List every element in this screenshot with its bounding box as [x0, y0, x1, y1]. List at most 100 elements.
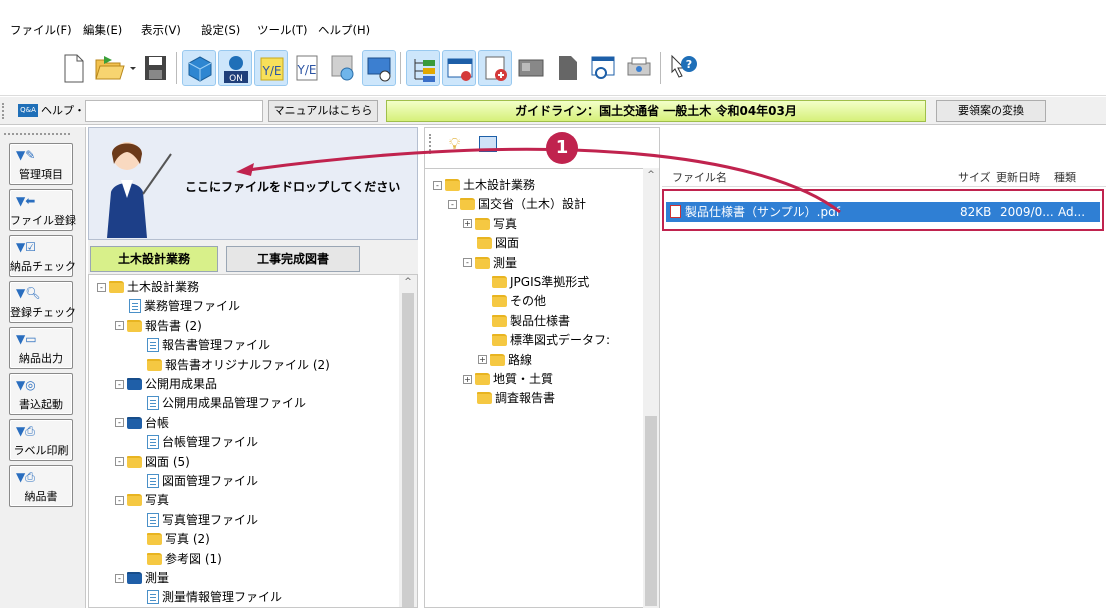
- collapse-icon[interactable]: -: [433, 180, 442, 190]
- qa-icon[interactable]: Q&A: [18, 104, 38, 117]
- collapse-icon[interactable]: -: [115, 321, 124, 331]
- tree-item[interactable]: 製品仕様書: [478, 311, 570, 331]
- write-launch-button[interactable]: ▼◎ 書込起動: [9, 373, 73, 415]
- tree-item[interactable]: - 土木設計業務: [97, 277, 199, 297]
- scroll-thumb[interactable]: [645, 416, 657, 606]
- disc-icon: ▼◎: [16, 378, 36, 392]
- tree-item-label: 公開用成果品: [145, 377, 218, 391]
- magnifier-icon: ▼🔍︎: [16, 286, 41, 300]
- collapse-icon[interactable]: -: [115, 379, 124, 389]
- manual-button[interactable]: マニュアルはこちら: [268, 100, 378, 122]
- scroll-thumb[interactable]: [402, 293, 414, 607]
- collapse-icon[interactable]: -: [463, 258, 472, 268]
- col-type[interactable]: 種類: [1054, 169, 1076, 185]
- collapse-icon[interactable]: -: [97, 282, 106, 292]
- help-search-input[interactable]: [85, 100, 263, 122]
- tree-item[interactable]: 測量情報管理ファイル: [133, 587, 282, 607]
- doc-gray-icon[interactable]: [514, 50, 548, 86]
- tree-item[interactable]: - 国交省（土木）設計: [448, 194, 586, 214]
- help-cursor-icon[interactable]: ?: [666, 50, 700, 86]
- window-add-icon[interactable]: [442, 50, 476, 86]
- tree-item[interactable]: - 土木設計業務: [433, 175, 535, 195]
- tree-item[interactable]: - 報告書 (2): [115, 316, 202, 336]
- on-toggle-icon[interactable]: ON: [218, 50, 252, 86]
- folder-tree-scrollbar[interactable]: ^: [643, 168, 659, 608]
- expand-icon[interactable]: +: [463, 374, 472, 384]
- tree-item[interactable]: - 測量: [463, 253, 517, 273]
- tree-item-label: 測量: [145, 571, 170, 585]
- register-check-button[interactable]: ▼🔍︎ 登録チェック: [9, 281, 76, 323]
- left-tree-scrollbar[interactable]: ^: [399, 275, 417, 607]
- delivery-output-button[interactable]: ▼▭ 納品出力: [9, 327, 73, 369]
- tab-construction-docs[interactable]: 工事完成図書: [226, 246, 360, 272]
- tree-item[interactable]: 写真管理ファイル: [133, 510, 258, 530]
- tree-item[interactable]: + 路線: [478, 350, 532, 370]
- tree-item[interactable]: 図面管理ファイル: [133, 471, 258, 491]
- col-name[interactable]: ファイル名: [672, 169, 727, 185]
- tree-item[interactable]: 標準図式データフ:: [478, 330, 610, 350]
- doc-dark-icon[interactable]: [550, 50, 584, 86]
- tree-item[interactable]: 台帳管理ファイル: [133, 432, 258, 452]
- edit-yellow-icon[interactable]: Y/E: [254, 50, 288, 86]
- new-file-icon[interactable]: [56, 50, 90, 86]
- tree-item[interactable]: - 公開用成果品: [115, 374, 217, 394]
- tree-item[interactable]: + 地質・土質: [463, 369, 553, 389]
- user-search-icon[interactable]: [326, 50, 360, 86]
- manage-items-button[interactable]: ▼✎ 管理項目: [9, 143, 73, 185]
- tree-item[interactable]: その他: [478, 291, 546, 311]
- file-drop-area[interactable]: ここにファイルをドロップしてください: [88, 127, 418, 240]
- tree-item[interactable]: 調査報告書: [463, 388, 555, 408]
- tree-item[interactable]: - 図面 (5): [115, 452, 190, 472]
- window-search-icon[interactable]: [586, 50, 620, 86]
- document-icon: [147, 435, 159, 450]
- tree-item[interactable]: - 写真: [115, 490, 169, 510]
- collapse-icon[interactable]: -: [115, 495, 124, 505]
- convert-guideline-button[interactable]: 要領案の変換: [936, 100, 1046, 122]
- grid-view-icon[interactable]: [479, 136, 497, 152]
- printer-icon[interactable]: [622, 50, 656, 86]
- tree-item[interactable]: 写真 (2): [133, 529, 210, 549]
- lightbulb-icon[interactable]: 💡︎: [449, 134, 460, 154]
- collapse-icon[interactable]: -: [115, 418, 124, 428]
- col-size[interactable]: サイズ: [958, 169, 991, 185]
- save-icon[interactable]: [138, 50, 172, 86]
- scroll-up-icon[interactable]: ^: [643, 170, 659, 180]
- menu-view[interactable]: 表示(V): [141, 22, 181, 38]
- cube-icon[interactable]: [182, 50, 216, 86]
- open-folder-icon[interactable]: [92, 50, 138, 86]
- monitor-search-icon[interactable]: [362, 50, 396, 86]
- tree-item[interactable]: 業務管理ファイル: [115, 296, 240, 316]
- tree-item[interactable]: 参考図 (1): [133, 549, 222, 569]
- scroll-up-icon[interactable]: ^: [399, 277, 417, 289]
- collapse-icon[interactable]: -: [115, 573, 124, 583]
- tree-item[interactable]: 図面: [463, 233, 519, 253]
- tree-view-icon[interactable]: [406, 50, 440, 86]
- menu-settings[interactable]: 設定(S): [201, 22, 240, 38]
- menu-file[interactable]: ファイル(F): [10, 22, 72, 38]
- menu-help[interactable]: ヘルプ(H): [318, 22, 370, 38]
- tree-item[interactable]: + 写真: [463, 214, 517, 234]
- tree-item-label: 路線: [508, 352, 533, 367]
- col-date[interactable]: 更新日時: [996, 169, 1040, 185]
- delivery-document-button[interactable]: ▼⎙ 納品書: [9, 465, 73, 507]
- menu-edit[interactable]: 編集(E): [83, 22, 122, 38]
- tree-item[interactable]: 公開用成果品管理ファイル: [133, 393, 306, 413]
- svg-text:ON: ON: [229, 74, 243, 84]
- expand-icon[interactable]: +: [478, 355, 487, 365]
- tree-item[interactable]: 報告書オリジナルファイル (2): [133, 355, 330, 375]
- menu-tools[interactable]: ツール(T): [257, 22, 308, 38]
- expand-icon[interactable]: +: [463, 219, 472, 229]
- collapse-icon[interactable]: -: [115, 457, 124, 467]
- tree-item[interactable]: JPGIS準拠形式: [478, 272, 589, 292]
- tree-item[interactable]: - 台帳: [115, 413, 169, 433]
- label-print-button[interactable]: ▼⎙ ラベル印刷: [9, 419, 73, 461]
- tab-civil-design[interactable]: 土木設計業務: [90, 246, 218, 272]
- doc-add-icon[interactable]: [478, 50, 512, 86]
- tree-item[interactable]: - 測量: [115, 568, 169, 588]
- delivery-check-button[interactable]: ▼☑ 納品チェック: [9, 235, 76, 277]
- tree-item[interactable]: 報告書管理ファイル: [133, 335, 270, 355]
- edit-white-icon[interactable]: Y/E: [290, 50, 324, 86]
- file-register-button[interactable]: ▼⬅ ファイル登録: [9, 189, 76, 231]
- collapse-icon[interactable]: -: [448, 199, 457, 209]
- document-icon: [147, 512, 159, 527]
